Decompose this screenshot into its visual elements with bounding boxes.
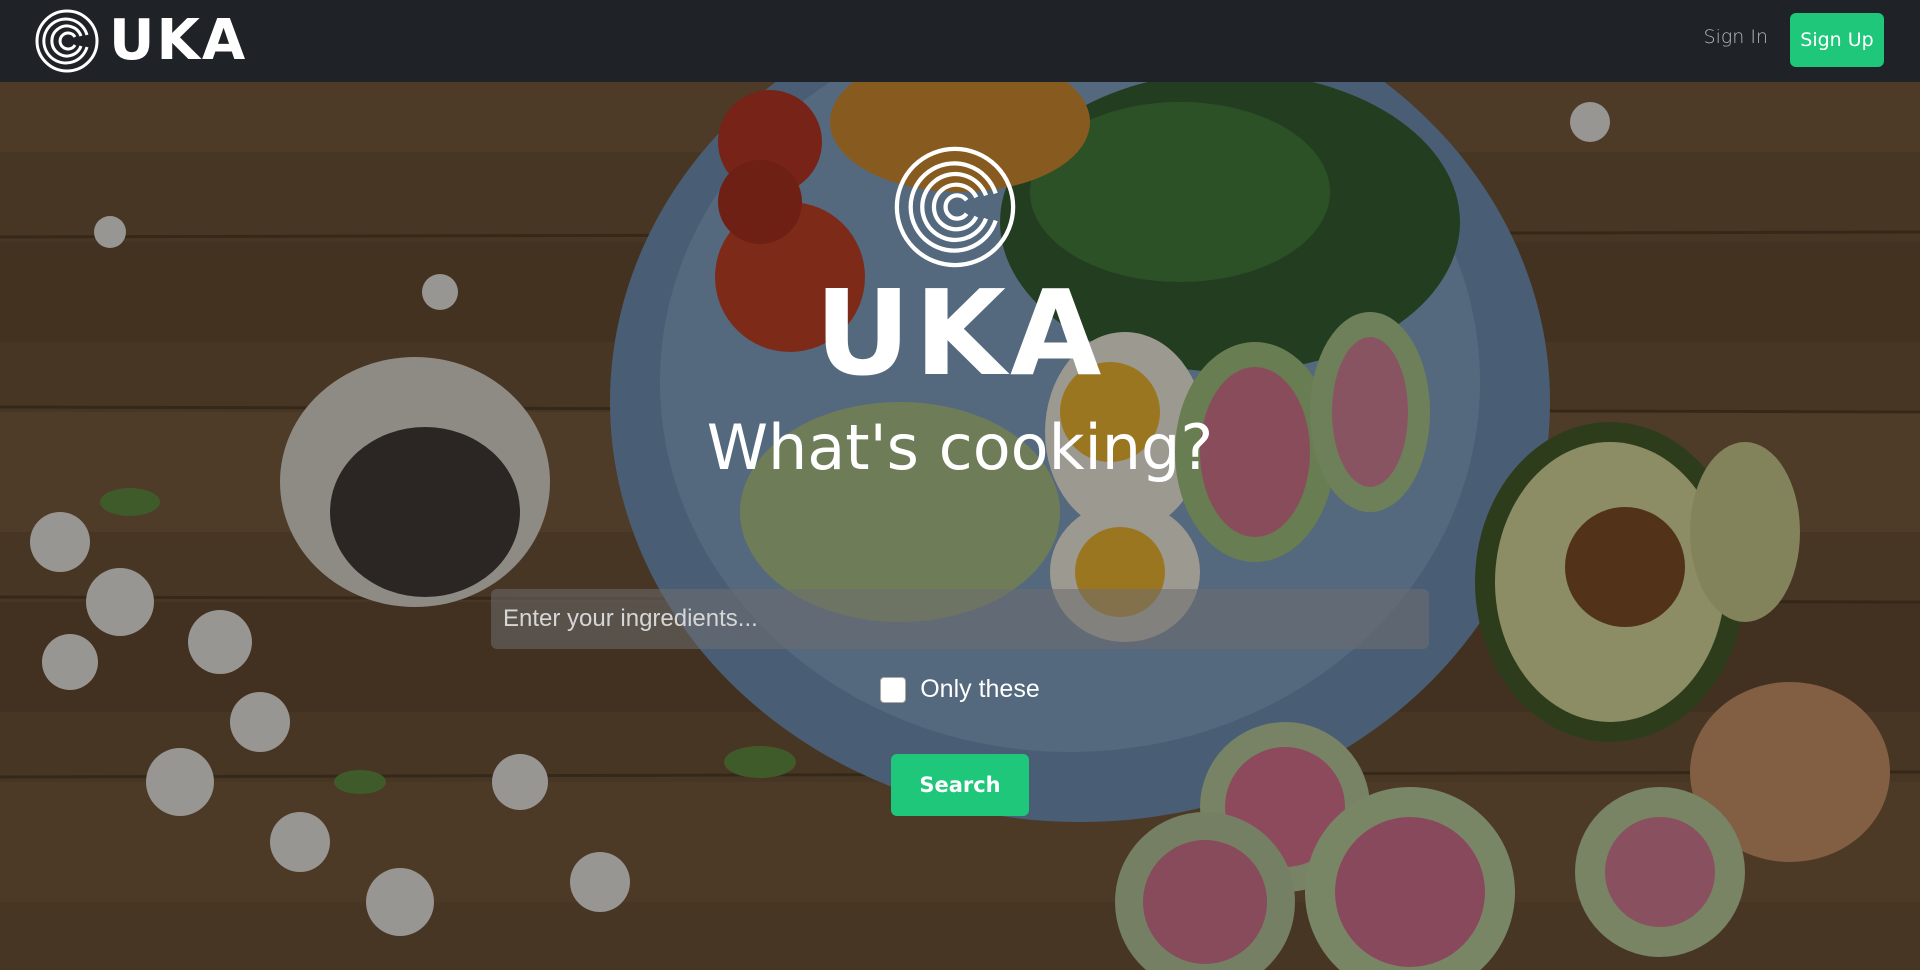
ingredient-search-box <box>491 589 1429 649</box>
brand-home-link[interactable]: UKA <box>35 9 247 73</box>
only-these-checkbox[interactable] <box>880 676 907 703</box>
concentric-c-logo-icon <box>893 145 1017 274</box>
concentric-c-logo-icon <box>35 9 99 73</box>
ingredient-search-input[interactable] <box>491 589 1429 649</box>
only-these-label[interactable]: Only these <box>920 675 1040 704</box>
hero-brand-name: UKA <box>814 264 1106 402</box>
top-navbar: UKA Sign In Sign Up <box>0 0 1920 82</box>
brand-name: UKA <box>109 8 248 73</box>
only-these-option: Only these <box>0 675 1920 704</box>
hero-section: UKA What's cooking? Only these Search <box>0 82 1920 970</box>
sign-up-button[interactable]: Sign Up <box>1790 13 1884 67</box>
search-button[interactable]: Search <box>891 754 1029 816</box>
hero-title: What's cooking? <box>706 411 1214 484</box>
sign-in-link[interactable]: Sign In <box>1704 26 1768 48</box>
